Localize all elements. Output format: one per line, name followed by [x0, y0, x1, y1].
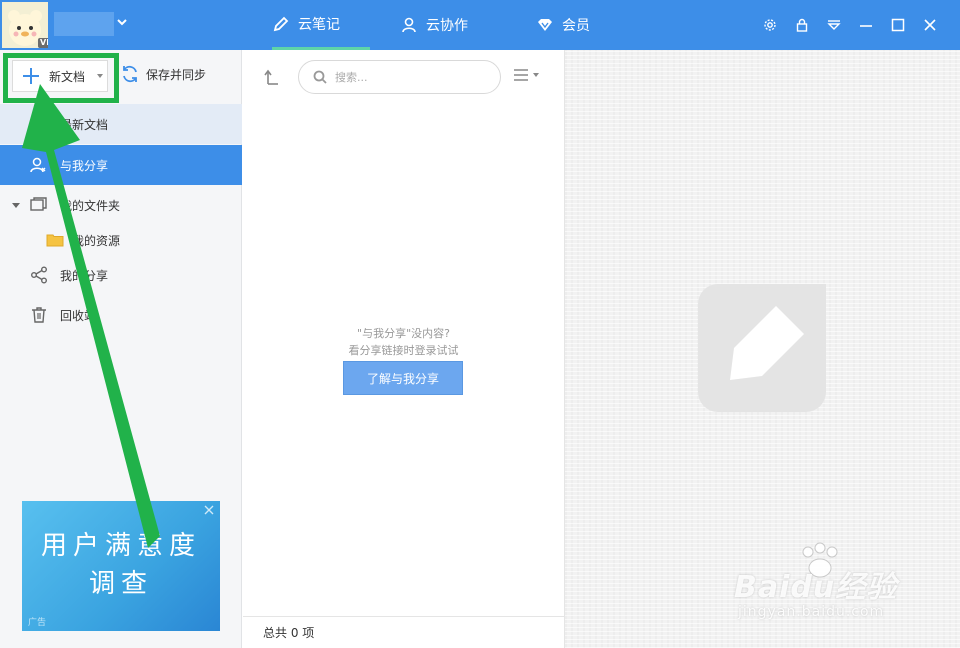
- trash-icon: [32, 307, 46, 323]
- dropdown-menu-icon: [827, 20, 841, 30]
- back-up-icon[interactable]: [263, 68, 281, 86]
- menu-dropdown-button[interactable]: [826, 17, 842, 33]
- lock-icon: [796, 18, 808, 32]
- empty-line: "与我分享"没内容?: [357, 327, 450, 340]
- username[interactable]: [54, 12, 114, 36]
- tab-label: 云协作: [426, 18, 468, 34]
- empty-line: 看分享链接时登录试试: [348, 344, 459, 357]
- tab-label: 会员: [562, 18, 590, 34]
- sidebar-item-label: 与我分享: [60, 158, 109, 173]
- close-icon[interactable]: [204, 505, 214, 515]
- annotation-highlight-box: [3, 53, 119, 103]
- minimize-button[interactable]: [858, 17, 874, 33]
- chevron-down-icon[interactable]: [116, 16, 128, 28]
- tab-label: 云笔记: [298, 16, 340, 33]
- settings-button[interactable]: [762, 17, 778, 33]
- ad-title-line: 调查: [88, 569, 153, 599]
- close-button[interactable]: [922, 17, 938, 33]
- clock-icon: [31, 116, 47, 132]
- save-sync-button[interactable]: 保存并同步: [120, 64, 206, 84]
- sync-icon: [123, 65, 137, 83]
- search-input[interactable]: [335, 70, 475, 84]
- close-icon: [924, 19, 936, 31]
- tab-cloud-collab[interactable]: 云协作: [400, 0, 468, 50]
- list-view-menu[interactable]: [513, 68, 539, 82]
- gear-icon: [764, 19, 776, 31]
- diamond-icon: [538, 19, 552, 31]
- save-sync-label: 保存并同步: [146, 67, 207, 82]
- tab-membership[interactable]: 会员: [536, 0, 590, 50]
- tree-expand-icon[interactable]: [12, 201, 20, 209]
- search-box[interactable]: [298, 60, 501, 94]
- edit-placeholder-icon: [698, 284, 826, 412]
- tab-cloud-notes[interactable]: 云笔记: [272, 0, 370, 50]
- sidebar-item-label: 我的资源: [72, 233, 121, 248]
- sidebar-item-shared-with-me[interactable]: 与我分享: [0, 145, 242, 185]
- ad-tag: 广告: [28, 618, 47, 628]
- sidebar-item-my-shares[interactable]: 我的分享: [0, 255, 242, 295]
- title-bar: VIP 云笔记 云协作 会员: [0, 0, 960, 50]
- caret-down-icon: [533, 73, 539, 77]
- note-list-pane: "与我分享"没内容? 看分享链接时登录试试 了解与我分享 总共 0 项: [243, 50, 564, 648]
- sidebar-item-label: 我的文件夹: [60, 198, 121, 213]
- sidebar-item-label: 回收站: [60, 308, 97, 323]
- folders-icon: [30, 197, 47, 211]
- sidebar-item-recycle-bin[interactable]: 回收站: [0, 295, 242, 335]
- learn-shared-button[interactable]: 了解与我分享: [343, 361, 463, 395]
- ad-title-line: 用户满意度: [40, 531, 201, 561]
- vip-badge: VIP: [38, 38, 48, 48]
- search-icon: [313, 70, 327, 84]
- avatar[interactable]: VIP: [2, 2, 48, 48]
- sidebar-item-my-folders[interactable]: 我的文件夹: [0, 185, 242, 225]
- item-count: 总共 0 项: [243, 616, 564, 648]
- list-menu-icon: [514, 69, 528, 81]
- sidebar-item-label: 我的分享: [60, 268, 109, 283]
- pencil-icon: [273, 16, 289, 31]
- sidebar-item-label: 最新文档: [60, 117, 109, 132]
- person-icon: [402, 17, 416, 33]
- share-icon: [31, 266, 47, 284]
- maximize-icon: [891, 18, 905, 32]
- sidebar-item-my-resources[interactable]: 我的资源: [0, 220, 242, 260]
- folder-icon: [46, 234, 64, 247]
- minimize-icon: [860, 25, 872, 27]
- editor-pane: [564, 50, 960, 648]
- empty-message: "与我分享"没内容? 看分享链接时登录试试: [243, 325, 564, 359]
- sidebar-item-recent[interactable]: 最新文档: [0, 104, 242, 144]
- maximize-button[interactable]: [890, 17, 906, 33]
- lock-button[interactable]: [794, 17, 810, 33]
- sidebar: 新文档 保存并同步 最新文档 与我分享 我的文件夹 我的资源 我的分享 回收站 …: [0, 50, 242, 648]
- ad-title: 用户满意度 调查: [22, 527, 220, 603]
- ad-banner[interactable]: 用户满意度 调查 广告: [22, 501, 220, 631]
- shared-user-icon: [30, 157, 46, 173]
